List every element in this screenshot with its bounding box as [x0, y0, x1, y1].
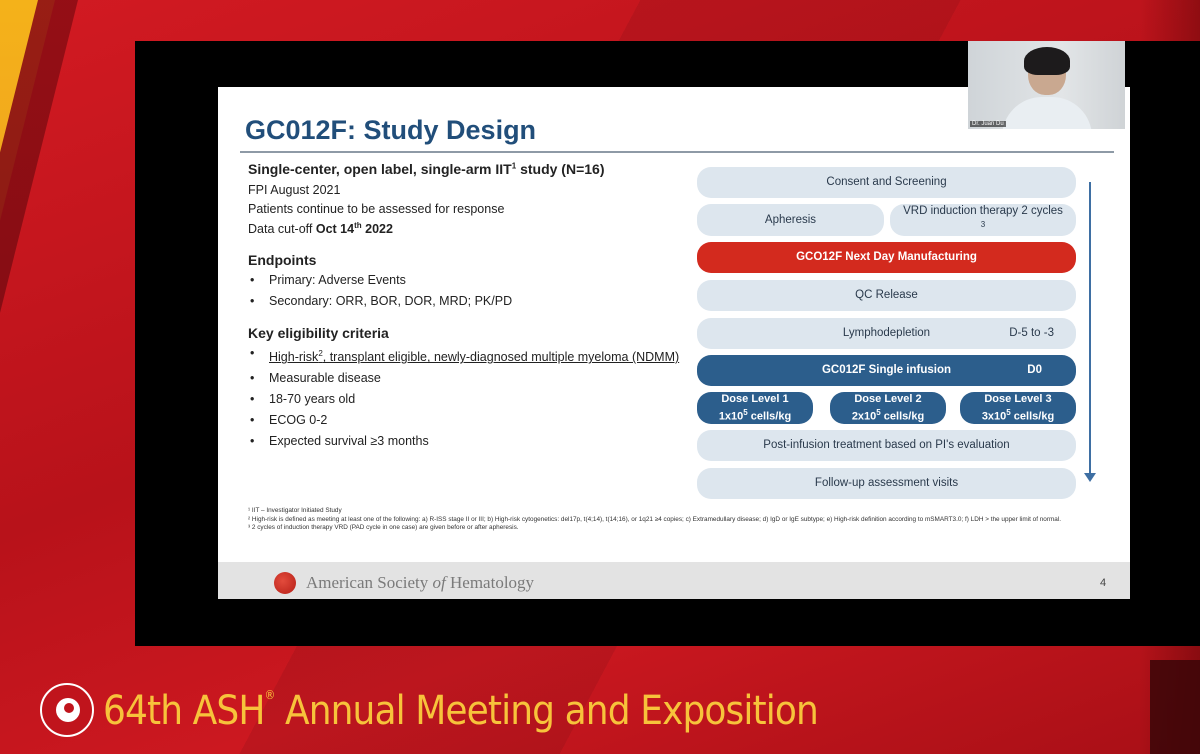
speaker-video[interactable]: Dr. Juan Du	[968, 41, 1125, 129]
title-divider	[240, 151, 1114, 153]
footnote: ³ 2 cycles of induction therapy VRD (PAD…	[248, 524, 519, 532]
eligibility-heading: Key eligibility criteria	[248, 325, 389, 342]
info-fpi: FPI August 2021	[248, 183, 341, 197]
flow-follow-up: Follow-up assessment visits	[697, 468, 1076, 499]
list-item: High-risk2, transplant eligible, newly-d…	[248, 346, 688, 365]
list-item: Secondary: ORR, BOR, DOR, MRD; PK/PD	[248, 294, 688, 309]
flow-apheresis: Apheresis	[697, 204, 884, 236]
eligibility-list: High-risk2, transplant eligible, newly-d…	[248, 346, 688, 449]
right-dark-decoration	[1150, 660, 1200, 754]
flow-dose-level-3: Dose Level 3 3x105 cells/kg	[960, 392, 1076, 424]
flow-qc-release: QC Release	[697, 280, 1076, 311]
society-name: American Society of Hematology	[306, 573, 535, 592]
flow-lymphodepletion: Lymphodepletion D-5 to -3	[697, 318, 1076, 349]
speaker-hair	[1024, 47, 1070, 75]
footnote: ² High-risk is defined as meeting at lea…	[248, 515, 1062, 523]
study-details: Single-center, open label, single-arm II…	[248, 161, 688, 455]
list-item: ECOG 0-2	[248, 413, 688, 428]
info-datacut: Data cut-off Oct 14th 2022	[248, 221, 393, 237]
flow-vrd-induction: VRD induction therapy 2 cycles 3	[890, 204, 1076, 236]
meeting-title: 64th ASH® Annual Meeting and Exposition	[103, 688, 819, 734]
flow-single-infusion: GC012F Single infusion D0	[697, 355, 1076, 386]
list-item: Primary: Adverse Events	[248, 273, 688, 288]
flow-post-infusion: Post-infusion treatment based on PI's ev…	[697, 430, 1076, 461]
flow-dose-level-1: Dose Level 1 1x105 cells/kg	[697, 392, 813, 424]
timeline-arrowhead	[1084, 473, 1096, 482]
timeline-arrow	[1089, 182, 1091, 477]
presentation-slide: GC012F: Study Design Single-center, open…	[218, 87, 1130, 599]
list-item: Measurable disease	[248, 371, 688, 386]
ash-logo-icon	[274, 572, 296, 594]
endpoints-list: Primary: Adverse Events Secondary: ORR, …	[248, 273, 688, 309]
flow-consent: Consent and Screening	[697, 167, 1076, 198]
info-assessment: Patients continue to be assessed for res…	[248, 202, 505, 216]
flow-dose-level-2: Dose Level 2 2x105 cells/kg	[830, 392, 946, 424]
list-item: 18-70 years old	[248, 392, 688, 407]
list-item: Expected survival ≥3 months	[248, 434, 688, 449]
footnote: ¹ IIT – Investigator Initiated Study	[248, 507, 342, 514]
study-subtitle: Single-center, open label, single-arm II…	[248, 161, 605, 177]
page-number: 4	[1100, 577, 1107, 589]
endpoints-heading: Endpoints	[248, 252, 317, 269]
footnotes: ¹ IIT – Investigator Initiated Study ² H…	[248, 507, 1108, 533]
ash-meeting-logo-icon	[40, 683, 94, 737]
flow-manufacturing: GCO12F Next Day Manufacturing	[697, 242, 1076, 273]
slide-title: GC012F: Study Design	[245, 115, 537, 145]
speaker-name-label: Dr. Juan Du	[970, 121, 1006, 127]
slide-footer: American Society of Hematology 4	[218, 562, 1130, 599]
